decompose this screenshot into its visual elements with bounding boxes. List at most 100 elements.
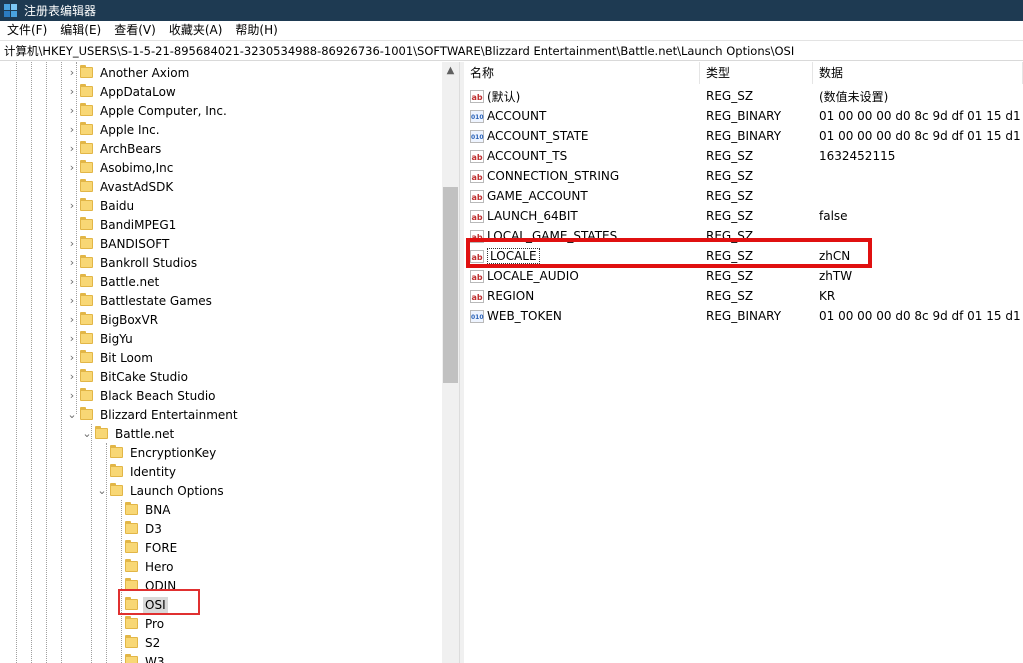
string-value-icon: ab	[470, 289, 484, 303]
value-row[interactable]: ab (默认) REG_SZ (数值未设置)	[464, 86, 1023, 106]
value-row[interactable]: ab LOCALE_AUDIO REG_SZ zhTW	[464, 266, 1023, 286]
expand-chevron-icon[interactable]: ›	[66, 82, 78, 101]
tree-node[interactable]: › AppDataLow	[66, 82, 178, 101]
tree-scrollbar[interactable]: ▲	[442, 62, 459, 663]
binary-value-icon: 010	[470, 129, 484, 143]
tree-node[interactable]: AvastAdSDK	[66, 177, 175, 196]
scroll-up-icon[interactable]: ▲	[442, 62, 459, 79]
tree-node[interactable]: › BitCake Studio	[66, 367, 190, 386]
value-data: 01 00 00 00 d0 8c 9d df 01 15 d1 11	[819, 109, 1023, 123]
tree-node[interactable]: Hero	[111, 557, 175, 576]
tree-node[interactable]: ⌄ Battle.net	[81, 424, 176, 443]
expand-chevron-icon[interactable]: ›	[66, 120, 78, 139]
tree-node[interactable]: › Battlestate Games	[66, 291, 214, 310]
tree-node[interactable]: › Black Beach Studio	[66, 386, 218, 405]
tree-node[interactable]: › Battle.net	[66, 272, 161, 291]
folder-icon	[80, 122, 93, 135]
string-value-icon: ab	[470, 209, 484, 223]
expand-chevron-icon[interactable]: ›	[66, 386, 78, 405]
tree-node[interactable]: Pro	[111, 614, 166, 633]
tree-node[interactable]: BandiMPEG1	[66, 215, 178, 234]
value-row[interactable]: ab ACCOUNT_TS REG_SZ 1632452115	[464, 146, 1023, 166]
value-row[interactable]: 010 ACCOUNT_STATE REG_BINARY 01 00 00 00 d0…	[464, 126, 1023, 146]
folder-icon	[80, 255, 93, 268]
value-type: REG_SZ	[706, 289, 754, 303]
expand-chevron-icon[interactable]: ›	[66, 291, 78, 310]
tree-node[interactable]: › BigYu	[66, 329, 135, 348]
values-list[interactable]: 名称 类型 数据 ab (默认) REG_SZ (数值未设置) 010 ACCOUNT RE…	[464, 62, 1023, 663]
value-name: ACCOUNT	[487, 109, 547, 123]
tree-node-label: Blizzard Entertainment	[100, 407, 238, 422]
expand-chevron-icon[interactable]: ›	[66, 310, 78, 329]
menu-view[interactable]: 查看(V)	[107, 21, 162, 40]
expand-chevron-icon[interactable]: ›	[66, 348, 78, 367]
tree-node[interactable]: S2	[111, 633, 162, 652]
collapse-chevron-icon[interactable]: ⌄	[81, 424, 93, 443]
menu-edit[interactable]: 编辑(E)	[53, 21, 107, 40]
address-path[interactable]: 计算机\HKEY_USERS\S-1-5-21-895684021-323053…	[4, 43, 794, 59]
tree-guide-line	[61, 62, 62, 663]
folder-icon	[110, 464, 123, 477]
folder-icon	[80, 293, 93, 306]
address-bar[interactable]: 计算机\HKEY_USERS\S-1-5-21-895684021-323053…	[0, 40, 1023, 61]
collapse-chevron-icon[interactable]: ⌄	[96, 481, 108, 500]
value-row[interactable]: ab GAME_ACCOUNT REG_SZ	[464, 186, 1023, 206]
value-row[interactable]: ab REGION REG_SZ KR	[464, 286, 1023, 306]
tree-node-label: Battle.net	[100, 274, 160, 289]
value-type: REG_BINARY	[706, 129, 782, 143]
tree-node[interactable]: › BigBoxVR	[66, 310, 160, 329]
no-expander	[111, 633, 123, 652]
menu-file[interactable]: 文件(F)	[0, 21, 53, 40]
tree-guide-line	[16, 62, 17, 663]
collapse-chevron-icon[interactable]: ⌄	[66, 405, 78, 424]
tree-node[interactable]: Identity	[96, 462, 178, 481]
column-type-header[interactable]: 类型	[700, 62, 813, 84]
expand-chevron-icon[interactable]: ›	[66, 329, 78, 348]
value-row[interactable]: ab LAUNCH_64BIT REG_SZ false	[464, 206, 1023, 226]
tree-node[interactable]: › Bit Loom	[66, 348, 155, 367]
value-row[interactable]: 010 WEB_TOKEN REG_BINARY 01 00 00 00 d0 8c …	[464, 306, 1023, 326]
tree-node[interactable]: › Apple Inc.	[66, 120, 162, 139]
folder-icon	[80, 141, 93, 154]
tree-node[interactable]: › Another Axiom	[66, 63, 191, 82]
expand-chevron-icon[interactable]: ›	[66, 158, 78, 177]
tree-node[interactable]: BNA	[111, 500, 172, 519]
folder-icon	[125, 540, 138, 553]
column-data-header[interactable]: 数据	[813, 62, 1023, 84]
tree-node[interactable]: W3	[111, 652, 167, 663]
expand-chevron-icon[interactable]: ›	[66, 253, 78, 272]
tree-node[interactable]: ⌄ Blizzard Entertainment	[66, 405, 240, 424]
menu-favorites[interactable]: 收藏夹(A)	[162, 21, 229, 40]
expand-chevron-icon[interactable]: ›	[66, 367, 78, 386]
expand-chevron-icon[interactable]: ›	[66, 234, 78, 253]
expand-chevron-icon[interactable]: ›	[66, 63, 78, 82]
string-value-icon: ab	[470, 149, 484, 163]
tree-node[interactable]: › ArchBears	[66, 139, 163, 158]
tree-node-label: Battlestate Games	[100, 293, 212, 308]
column-name-header[interactable]: 名称	[464, 62, 700, 84]
folder-icon	[80, 236, 93, 249]
binary-value-icon: 010	[470, 109, 484, 123]
tree-node[interactable]: D3	[111, 519, 164, 538]
tree-node[interactable]: › Asobimo,Inc	[66, 158, 175, 177]
value-row[interactable]: 010 ACCOUNT REG_BINARY 01 00 00 00 d0 8c 9d…	[464, 106, 1023, 126]
menu-help[interactable]: 帮助(H)	[228, 21, 283, 40]
tree-node-label: AvastAdSDK	[100, 179, 174, 194]
expand-chevron-icon[interactable]: ›	[66, 272, 78, 291]
folder-icon	[95, 426, 108, 439]
tree-node[interactable]: › BANDISOFT	[66, 234, 171, 253]
expand-chevron-icon[interactable]: ›	[66, 101, 78, 120]
scroll-thumb[interactable]	[443, 187, 458, 383]
tree-node[interactable]: › Apple Computer, Inc.	[66, 101, 229, 120]
value-name-cell: ab LOCALE_AUDIO	[464, 269, 700, 283]
tree-node[interactable]: › Bankroll Studios	[66, 253, 199, 272]
key-tree[interactable]: › Another Axiom › AppDataLow › Apple Computer…	[0, 62, 459, 663]
expand-chevron-icon[interactable]: ›	[66, 196, 78, 215]
tree-node[interactable]: › Baidu	[66, 196, 136, 215]
value-row[interactable]: ab CONNECTION_STRING REG_SZ	[464, 166, 1023, 186]
tree-node[interactable]: ⌄ Launch Options	[96, 481, 226, 500]
tree-node[interactable]: FORE	[111, 538, 179, 557]
expand-chevron-icon[interactable]: ›	[66, 139, 78, 158]
tree-node[interactable]: EncryptionKey	[96, 443, 218, 462]
tree-node-label: EncryptionKey	[130, 445, 217, 460]
